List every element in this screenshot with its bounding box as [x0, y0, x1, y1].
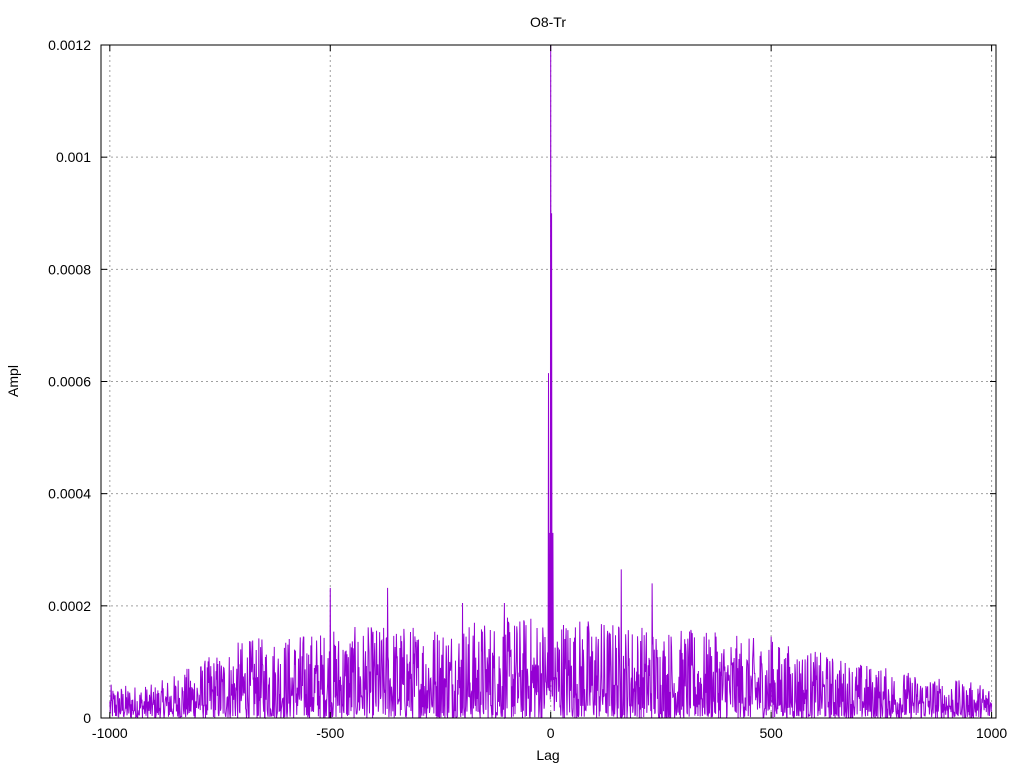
x-tick-label: -500 — [316, 725, 344, 741]
chart: -1000 -500 0 500 1000 0 0.0002 0.0004 0.0006 0.00… — [5, 14, 1007, 763]
y-tick-label: 0.0002 — [48, 598, 91, 614]
y-tick-label: 0 — [83, 710, 91, 726]
y-tick-label: 0.0004 — [48, 486, 91, 502]
x-tick-label: -1000 — [92, 725, 128, 741]
y-tick-label: 0.0008 — [48, 261, 91, 277]
x-tick-label: 500 — [759, 725, 783, 741]
tick-layer: -1000 -500 0 500 1000 0 0.0002 0.0004 0.0006 0.00… — [48, 37, 1007, 741]
y-tick-label: 0.0012 — [48, 37, 91, 53]
x-tick-label: 1000 — [976, 725, 1007, 741]
y-tick-label: 0.0006 — [48, 374, 91, 390]
chart-title: O8-Tr — [530, 14, 566, 30]
x-tick-label: 0 — [547, 725, 555, 741]
x-axis-label: Lag — [536, 747, 559, 763]
y-axis-label: Ampl — [5, 365, 21, 397]
y-tick-label: 0.001 — [56, 149, 91, 165]
